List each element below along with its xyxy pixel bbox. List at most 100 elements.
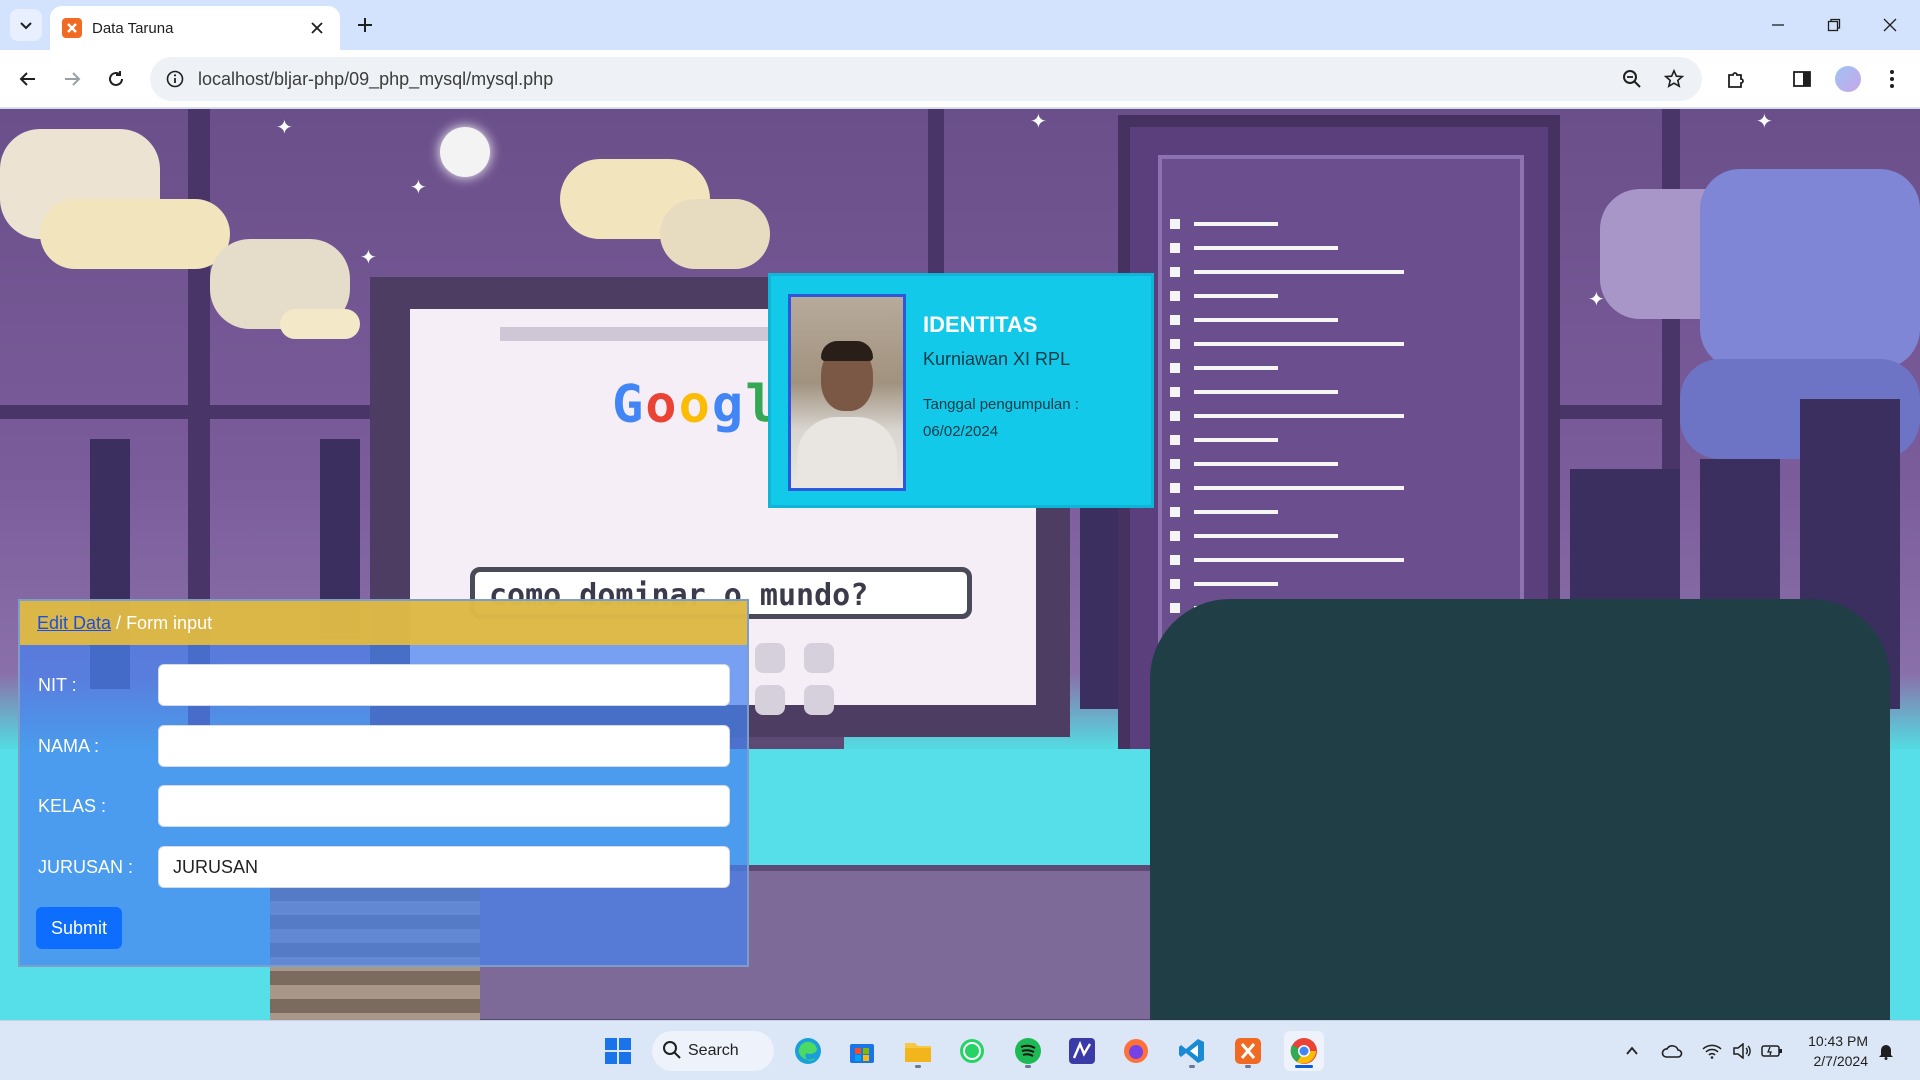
running-indicator [915, 1065, 921, 1068]
side-panel-button[interactable] [1786, 63, 1818, 95]
clock-date: 2/7/2024 [1813, 1053, 1869, 1069]
new-tab-button[interactable] [350, 10, 380, 40]
running-indicator [1189, 1065, 1195, 1068]
taskbar-search[interactable]: Search [652, 1031, 774, 1071]
taskbar-whatsapp[interactable] [952, 1031, 992, 1071]
photo-hair [821, 341, 873, 361]
star: ✦ [1030, 111, 1047, 133]
wifi-tray[interactable] [1700, 1039, 1724, 1063]
battery-icon [1761, 1045, 1782, 1057]
side-panel-icon [1793, 71, 1811, 87]
whatsapp-icon [960, 1039, 984, 1063]
taskbar-app-purple[interactable] [1062, 1031, 1102, 1071]
submission-date: 06/02/2024 [923, 423, 999, 440]
spotify-icon [1015, 1038, 1041, 1064]
xampp-icon [1235, 1038, 1261, 1064]
zoom-button[interactable] [1616, 63, 1648, 95]
restore-icon [1827, 18, 1841, 32]
firefox-icon [1124, 1039, 1148, 1063]
pixel-button [804, 685, 834, 715]
site-info-icon[interactable] [166, 70, 184, 88]
profile-button[interactable] [1832, 63, 1864, 95]
breadcrumb: Edit Data / Form input [20, 601, 747, 645]
taskbar-spotify[interactable] [1008, 1031, 1048, 1071]
close-window-button[interactable] [1872, 10, 1908, 40]
cloud [280, 309, 360, 339]
taskbar-vscode[interactable] [1172, 1031, 1212, 1071]
taskbar-clock[interactable]: 10:43 PM 2/7/2024 [1796, 1031, 1868, 1071]
identity-card: IDENTITAS Kurniawan XI RPL Tanggal pengu… [768, 273, 1154, 508]
taskbar-store[interactable] [842, 1031, 882, 1071]
browser-tab[interactable]: Data Taruna [50, 6, 340, 50]
cloud-icon [1661, 1045, 1683, 1058]
show-hidden-icons[interactable] [1620, 1039, 1644, 1063]
kelas-input[interactable] [158, 785, 730, 827]
taskbar-search-label: Search [688, 1042, 739, 1059]
star: ✦ [1756, 111, 1773, 133]
star: ✦ [360, 247, 377, 269]
volume-tray[interactable] [1730, 1039, 1754, 1063]
nama-label: NAMA : [38, 736, 100, 756]
address-bar[interactable]: localhost/bljar-php/09_php_mysql/mysql.p… [150, 57, 1702, 101]
reload-button[interactable] [100, 63, 132, 95]
close-icon [1883, 18, 1897, 32]
plus-icon [358, 18, 372, 32]
avatar [1835, 66, 1861, 92]
photo-shirt [797, 417, 897, 488]
jurusan-label: JURUSAN : [38, 857, 134, 877]
taskbar-firefox[interactable] [1116, 1031, 1156, 1071]
pixel-button [804, 643, 834, 673]
edit-data-link[interactable]: Edit Data [37, 613, 111, 634]
url-text[interactable]: localhost/bljar-php/09_php_mysql/mysql.p… [198, 69, 553, 90]
nit-input[interactable] [158, 664, 730, 706]
bookmark-button[interactable] [1658, 63, 1690, 95]
minimize-button[interactable] [1760, 10, 1796, 40]
tab-title: Data Taruna [92, 19, 174, 37]
kelas-label: KELAS : [38, 796, 107, 816]
clock-time: 10:43 PM [1808, 1033, 1868, 1049]
pixel-button [755, 643, 785, 673]
start-button[interactable] [598, 1031, 638, 1071]
page-viewport: ✦ ✦ ✦ ✦ ✦ ✦ Google como dominar o mundo? [0, 109, 1920, 1020]
close-tab-icon[interactable] [306, 17, 328, 39]
tab-strip: Data Taruna [0, 0, 1920, 50]
form-card: Edit Data / Form input NIT : NAMA : KELA… [18, 599, 749, 967]
taskbar-file-explorer[interactable] [898, 1031, 938, 1071]
taskbar-edge[interactable] [788, 1031, 828, 1071]
store-icon [850, 1044, 874, 1063]
extensions-button[interactable] [1720, 63, 1752, 95]
browser-menu-button[interactable] [1876, 63, 1908, 95]
forward-button[interactable] [56, 63, 88, 95]
pixel-button [755, 685, 785, 715]
active-indicator [1295, 1065, 1313, 1068]
jurusan-input[interactable] [158, 846, 730, 888]
restore-button[interactable] [1816, 10, 1852, 40]
notifications-button[interactable] [1874, 1039, 1898, 1063]
wifi-icon [1702, 1044, 1722, 1059]
taskbar: Search 10:43 PM 2/7/2024 [0, 1020, 1920, 1080]
search-icon [663, 1041, 681, 1059]
cloud [40, 199, 230, 269]
reload-icon [109, 71, 123, 86]
form-row-kelas: KELAS : [20, 785, 747, 829]
star: ✦ [276, 117, 293, 139]
nit-label: NIT : [38, 675, 77, 695]
zoom-out-icon [1623, 70, 1641, 88]
cloud [660, 199, 770, 269]
nama-input[interactable] [158, 725, 730, 767]
windows-icon [605, 1038, 631, 1064]
taskbar-chrome[interactable] [1284, 1031, 1324, 1071]
tab-search-dropdown[interactable] [10, 9, 42, 41]
submit-button[interactable]: Submit [36, 907, 122, 949]
taskbar-xampp[interactable] [1228, 1031, 1268, 1071]
onedrive-tray[interactable] [1660, 1039, 1684, 1063]
arrow-left-icon [19, 72, 35, 86]
battery-tray[interactable] [1760, 1039, 1784, 1063]
running-indicator [1025, 1065, 1031, 1068]
back-button[interactable] [12, 63, 44, 95]
app-icon [1069, 1038, 1095, 1064]
vscode-icon [1179, 1039, 1204, 1063]
arrow-right-icon [65, 72, 81, 86]
form-row-jurusan: JURUSAN : [20, 846, 747, 890]
speaker-icon [1733, 1043, 1751, 1059]
